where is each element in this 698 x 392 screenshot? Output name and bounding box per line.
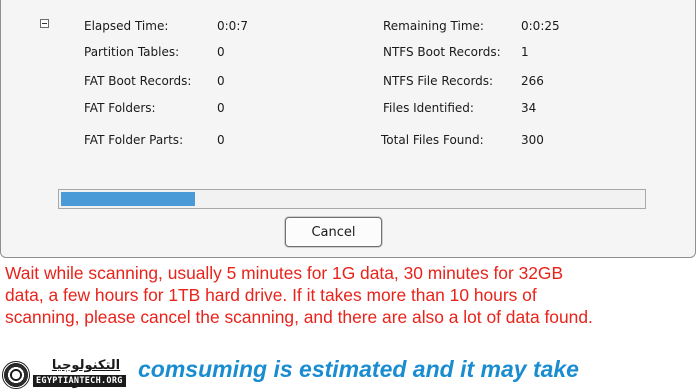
ntfs-boot-records-label: NTFS Boot Records: bbox=[383, 45, 501, 59]
total-files-found-value: 300 bbox=[521, 133, 544, 147]
ntfs-file-records-value: 266 bbox=[521, 74, 544, 88]
remaining-time-label: Remaining Time: bbox=[383, 19, 484, 33]
scan-time-note: Wait while scanning, usually 5 minutes f… bbox=[5, 262, 695, 328]
remaining-time-value: 0:0:25 bbox=[521, 19, 560, 33]
fat-folder-parts-value: 0 bbox=[217, 133, 225, 147]
ntfs-file-records-label: NTFS File Records: bbox=[383, 74, 494, 88]
scan-progress-bar bbox=[58, 189, 646, 209]
files-identified-value: 34 bbox=[521, 101, 537, 115]
total-files-found-label: Total Files Found: bbox=[381, 133, 484, 147]
elapsed-time-label: Elapsed Time: bbox=[84, 19, 169, 33]
fat-boot-records-value: 0 bbox=[217, 74, 225, 88]
note-line: Wait while scanning, usually 5 minutes f… bbox=[5, 263, 564, 283]
scan-status-panel: Elapsed Time: 0:0:7 Remaining Time: 0:0:… bbox=[0, 0, 696, 258]
partition-tables-value: 0 bbox=[217, 45, 225, 59]
fat-folders-label: FAT Folders: bbox=[84, 101, 156, 115]
elapsed-time-value: 0:0:7 bbox=[217, 19, 248, 33]
fat-boot-records-label: FAT Boot Records: bbox=[84, 74, 192, 88]
time-estimate-caption: comsuming is estimated and it may take bbox=[138, 356, 579, 382]
ntfs-boot-records-value: 1 bbox=[521, 45, 529, 59]
scan-progress-fill bbox=[61, 192, 195, 206]
fat-folders-value: 0 bbox=[217, 101, 225, 115]
fat-folder-parts-label: FAT Folder Parts: bbox=[84, 133, 184, 147]
collapse-minus-icon[interactable] bbox=[40, 19, 49, 28]
note-line: data, a few hours for 1TB hard drive. If… bbox=[5, 285, 537, 305]
cancel-button[interactable]: Cancel bbox=[285, 217, 382, 247]
note-line: scanning, please cancel the scanning, an… bbox=[5, 307, 593, 327]
watermark-latin-text: EGYPTIANTECH.ORG bbox=[33, 375, 126, 387]
files-identified-label: Files Identified: bbox=[383, 101, 474, 115]
partition-tables-label: Partition Tables: bbox=[84, 45, 180, 59]
watermark-logo-icon bbox=[2, 361, 30, 389]
site-watermark: التكنولوجيا المصرية EGYPTIANTECH.ORG bbox=[0, 358, 145, 390]
